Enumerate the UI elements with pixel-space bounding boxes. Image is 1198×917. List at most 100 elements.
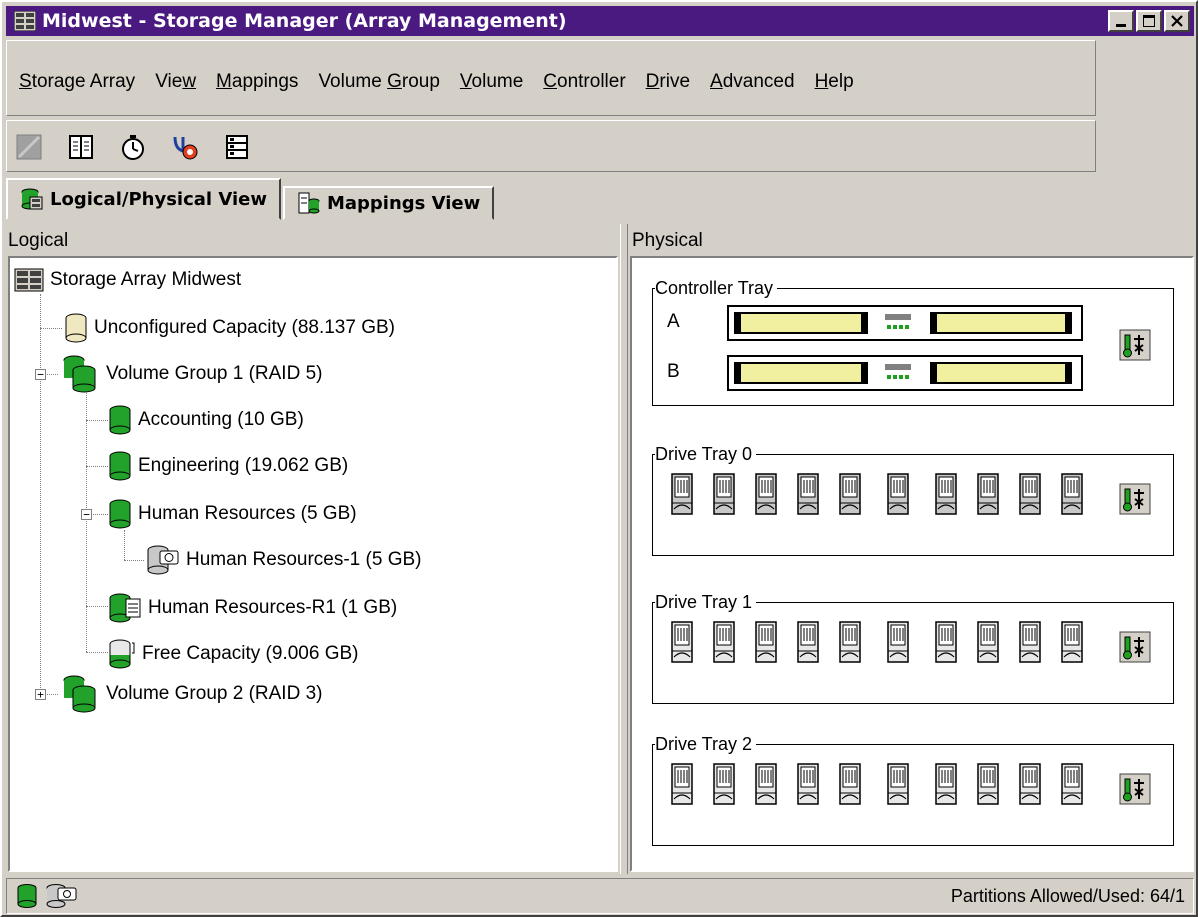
tree-item-unconfigured-capacity[interactable]: Unconfigured Capacity (88.137 GB) xyxy=(64,308,395,348)
tree-item-human-resources-r1[interactable]: Human Resources-R1 (1 GB) xyxy=(108,588,397,628)
drive-icon[interactable] xyxy=(671,621,693,663)
thermometer-fan-icon[interactable] xyxy=(1119,483,1151,515)
book-button[interactable] xyxy=(65,131,97,163)
menu-item-1[interactable]: View xyxy=(155,71,196,93)
drive-icon[interactable] xyxy=(839,473,861,515)
tree-item-label: Accounting (10 GB) xyxy=(138,409,304,430)
drive-icon[interactable] xyxy=(713,473,735,515)
drive-icon[interactable] xyxy=(713,763,735,805)
drive-icon[interactable] xyxy=(713,621,735,663)
tab-logical-physical-view[interactable]: Logical/Physical View xyxy=(6,178,281,220)
controller-a-label: A xyxy=(667,311,680,332)
drive-icon[interactable] xyxy=(1019,763,1041,805)
controller-tray[interactable]: Controller Tray A B xyxy=(652,278,1174,406)
diagnostics-button[interactable] xyxy=(169,131,201,163)
drive-tray-0[interactable]: Drive Tray 0 xyxy=(652,444,1174,556)
drive-icon[interactable] xyxy=(839,621,861,663)
tree-item-accounting[interactable]: Accounting (10 GB) xyxy=(108,400,304,440)
expand-volume-group-2[interactable]: + xyxy=(35,689,46,700)
book-icon xyxy=(69,135,93,159)
drive-icon[interactable] xyxy=(1061,621,1083,663)
drive-icon[interactable] xyxy=(797,473,819,515)
drive-icon[interactable] xyxy=(887,621,909,663)
tree-item-label: Engineering (19.062 GB) xyxy=(138,455,349,476)
create-button[interactable] xyxy=(13,131,45,163)
drive-icon[interactable] xyxy=(977,763,999,805)
drive-icon[interactable] xyxy=(755,763,777,805)
menu-text: Volume xyxy=(318,71,388,92)
drive-icon[interactable] xyxy=(977,621,999,663)
storage-array-icon xyxy=(226,135,248,159)
controller-b[interactable] xyxy=(727,355,1083,391)
tree-line xyxy=(86,606,108,607)
drive-icon[interactable] xyxy=(1019,473,1041,515)
tree-item-engineering[interactable]: Engineering (19.062 GB) xyxy=(108,446,348,486)
drive-tray-2[interactable]: Drive Tray 2 xyxy=(652,734,1174,846)
drive-icon[interactable] xyxy=(797,763,819,805)
tree-item-volume-group-1[interactable]: Volume Group 1 (RAID 5) xyxy=(60,354,322,394)
tree-item-human-resources-1[interactable]: Human Resources-1 (5 GB) xyxy=(146,540,421,580)
tree-item-volume-group-2[interactable]: Volume Group 2 (RAID 3) xyxy=(60,674,322,714)
tree-item-label: Volume Group 2 (RAID 3) xyxy=(106,683,323,704)
drive-icon[interactable] xyxy=(935,473,957,515)
thermometer-fan-icon[interactable] xyxy=(1119,631,1151,663)
drive-tray-1[interactable]: Drive Tray 1 xyxy=(652,592,1174,704)
drive-icon[interactable] xyxy=(887,763,909,805)
menu-mnemonic: A xyxy=(710,71,723,92)
tree-item-free-capacity[interactable]: Free Capacity (9.006 GB) xyxy=(108,634,358,674)
controller-tray-label: Controller Tray xyxy=(655,278,778,298)
drive-icon[interactable] xyxy=(1061,473,1083,515)
partitions-status: Partitions Allowed/Used: 64/1 xyxy=(950,886,1185,906)
tree-line xyxy=(86,466,108,467)
menu-item-3[interactable]: Volume Group xyxy=(318,71,439,93)
menu-items: Storage Array View Mappings Volume Group Vol… xyxy=(19,71,874,93)
drive-icon[interactable] xyxy=(935,621,957,663)
drive-icon[interactable] xyxy=(1061,763,1083,805)
menu-item-8[interactable]: Help xyxy=(815,71,854,93)
tree-item-human-resources[interactable]: Human Resources (5 GB) xyxy=(108,494,357,534)
drive-icon[interactable] xyxy=(887,473,909,515)
controller-a[interactable] xyxy=(727,305,1083,341)
stopwatch-button[interactable] xyxy=(117,131,149,163)
view-tabs: Logical/Physical View Mappings View xyxy=(6,178,496,220)
collapse-human-resources[interactable]: − xyxy=(81,509,92,520)
menu-item-5[interactable]: Controller xyxy=(543,71,625,93)
menu-text: appings xyxy=(231,71,299,92)
menu-text: ontroller xyxy=(557,71,626,92)
drive-icon[interactable] xyxy=(671,763,693,805)
menu-item-2[interactable]: Mappings xyxy=(216,71,298,93)
maximize-button[interactable] xyxy=(1136,10,1162,32)
tab-label: Logical/Physical View xyxy=(50,188,267,210)
drive-icon[interactable] xyxy=(977,473,999,515)
storage-array-icon xyxy=(14,11,36,31)
drive-icon[interactable] xyxy=(797,621,819,663)
collapse-volume-group-1[interactable]: − xyxy=(35,369,46,380)
drive-icon[interactable] xyxy=(671,473,693,515)
thermometer-fan-icon[interactable] xyxy=(1119,329,1151,361)
menu-item-7[interactable]: Advanced xyxy=(710,71,795,93)
menu-item-6[interactable]: Drive xyxy=(646,71,690,93)
tree-item-label: Human Resources-R1 (1 GB) xyxy=(148,597,398,618)
close-button[interactable] xyxy=(1164,10,1190,32)
thermometer-fan-icon[interactable] xyxy=(1119,773,1151,805)
menu-item-0[interactable]: Storage Array xyxy=(19,71,135,93)
tab-mappings-view[interactable]: Mappings View xyxy=(282,186,495,220)
drive-icon[interactable] xyxy=(839,763,861,805)
window-controls xyxy=(1108,10,1190,32)
tree-item-storage-array[interactable]: Storage Array Midwest xyxy=(14,260,241,300)
drive-icon[interactable] xyxy=(755,621,777,663)
title-bar[interactable]: Midwest - Storage Manager (Array Managem… xyxy=(6,6,1194,36)
drive-icon[interactable] xyxy=(755,473,777,515)
minimize-button[interactable] xyxy=(1108,10,1134,32)
drive-icon[interactable] xyxy=(935,763,957,805)
menu-text: elp xyxy=(828,71,854,92)
storage-array-icon xyxy=(14,268,44,292)
menu-item-4[interactable]: Volume xyxy=(460,71,523,93)
menu-mnemonic: G xyxy=(387,71,402,92)
drive-icon[interactable] xyxy=(1019,621,1041,663)
close-icon xyxy=(1171,15,1183,27)
panel-splitter[interactable] xyxy=(620,224,628,874)
tree-item-label: Volume Group 1 (RAID 5) xyxy=(106,363,323,384)
storage-array-button[interactable] xyxy=(221,131,253,163)
menu-mnemonic: D xyxy=(645,71,660,92)
